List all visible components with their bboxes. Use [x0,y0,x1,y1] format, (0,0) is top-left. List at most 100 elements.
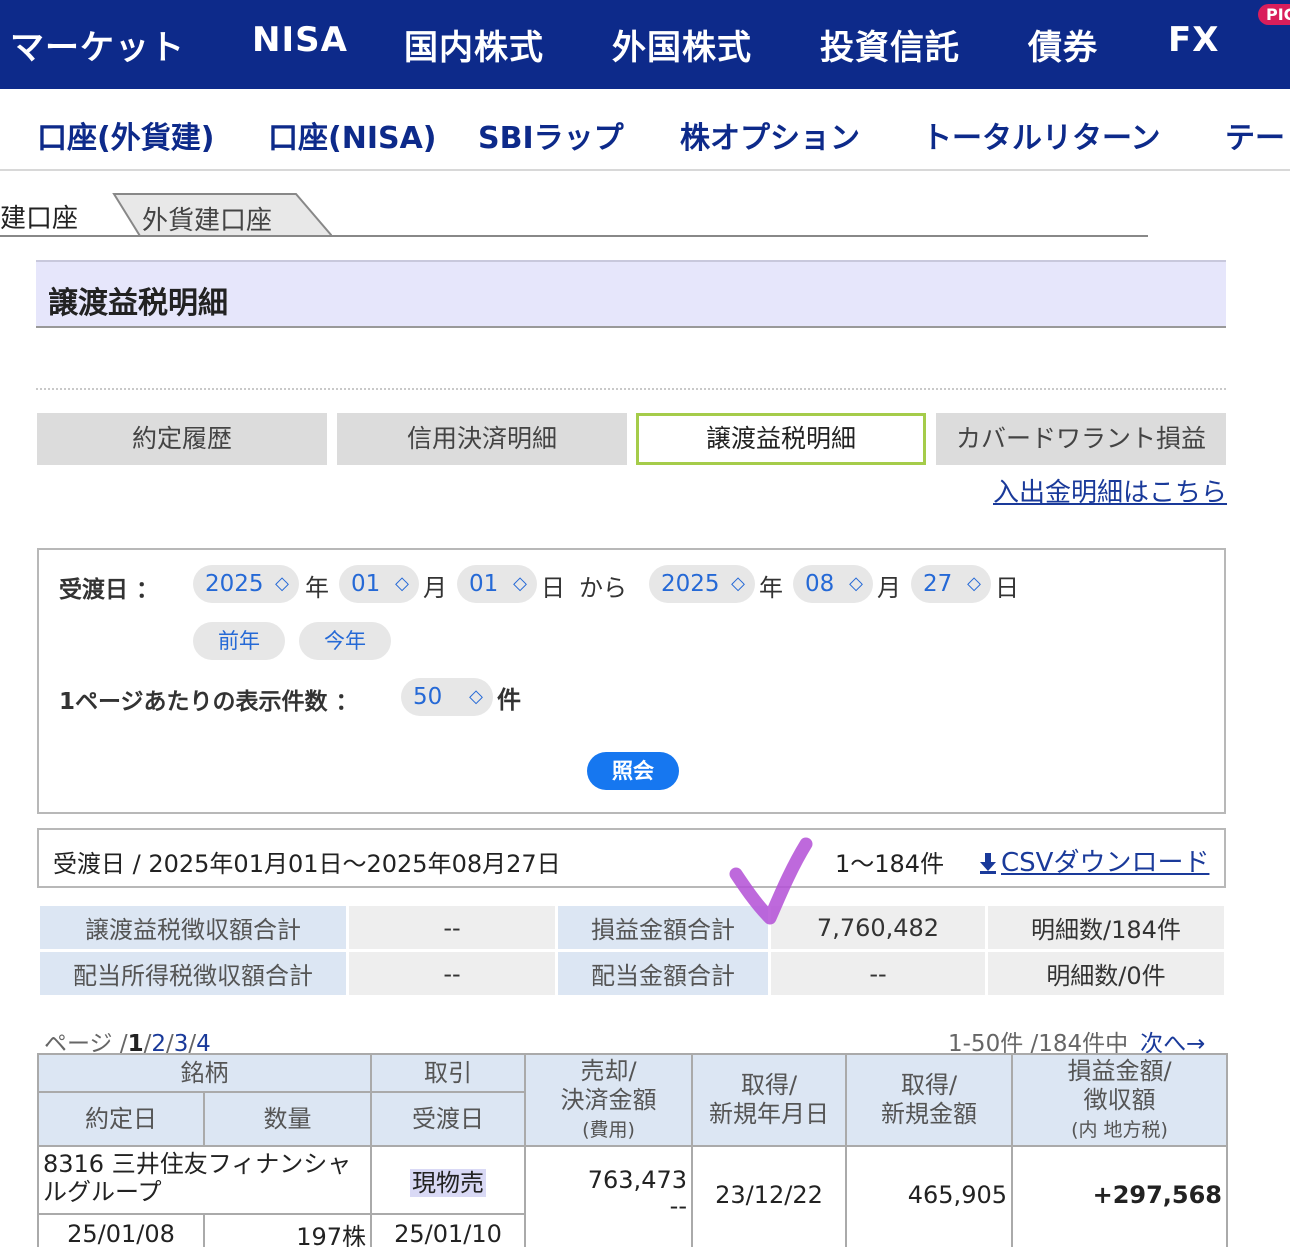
settle-date: 25/01/10 [370,1213,526,1247]
unit-year: 年 [759,574,783,602]
totals-row: 譲渡益税徴収額合計 -- 損益金額合計 7,760,482 明細数/184件 [40,906,1224,949]
detail-table: 銘柄 取引 売却/ 決済金額 (費用) 取得/ 新規年月日 取得/ 新規金額 損… [37,1053,1228,1247]
header-acq-amount-line1: 取得/ [900,1071,958,1100]
nav-fx[interactable]: FX [1168,20,1219,60]
search-form: 受渡日 ： 2025 ◇ 年 01 ◇ 月 01 ◇ 日 から 2025 ◇ 年… [37,548,1226,814]
page-title-band: 譲渡益税明細 [36,260,1226,328]
subnav-foreign-account[interactable]: 口座(外貨建) [37,113,214,157]
date-range-text: 受渡日 / 2025年01月01日～2025年08月27日 [53,850,561,878]
acq-amount: 465,905 [845,1145,1013,1247]
header-acq-amount-line2: 新規金額 [881,1100,977,1128]
subnav-nisa-account[interactable]: 口座(NISA) [268,113,437,157]
to-year-select[interactable]: 2025 ◇ [649,565,755,603]
header-profit-line3: (内 地方税) [1071,1119,1168,1142]
unit-year: 年 [305,574,329,602]
nav-domestic-stocks[interactable]: 国内株式 [404,20,544,69]
stock-name[interactable]: 8316 三井住友フィナンシャルグループ [37,1145,372,1215]
header-acq-date-line2: 新規年月日 [709,1100,829,1128]
totals-row: 配当所得税徴収額合計 -- 配当金額合計 -- 明細数/0件 [40,952,1224,995]
subnav-stock-options[interactable]: 株オプション [680,113,860,157]
sale-cost: -- [669,1192,687,1221]
per-page-select[interactable]: 50 ◇ [401,678,493,716]
prev-year-button[interactable]: 前年 [193,622,285,660]
tab-capital-gains-tax[interactable]: 譲渡益税明細 [636,413,926,465]
settlement-date-label: 受渡日 ： [59,577,160,603]
to-day-select[interactable]: 27 ◇ [911,565,991,603]
subnav-sbi-wrap[interactable]: SBIラップ [478,113,624,157]
table-row: 8316 三井住友フィナンシャルグループ 現物売 763,473 -- 23/1… [37,1145,1228,1247]
from-month-select[interactable]: 01 ◇ [339,565,419,603]
header-contract-date: 約定日 [37,1091,205,1147]
from-day-select[interactable]: 01 ◇ [457,565,537,603]
detail-count: 明細数/184件 [988,906,1224,949]
header-settle-date: 受渡日 [370,1091,526,1147]
result-summary-bar: 受渡日 / 2025年01月01日～2025年08月27日 1～184件 CSV… [37,828,1226,888]
quantity: 197株 [203,1213,372,1247]
header-trade: 取引 [370,1053,526,1093]
nav-foreign-stocks[interactable]: 外国株式 [612,20,752,69]
value-dividend-tax-total: -- [349,952,555,995]
from-word: から [579,574,627,602]
chevron-updown-icon: ◇ [469,686,483,707]
nav-market[interactable]: マーケット [10,20,185,69]
chevron-updown-icon: ◇ [849,573,863,594]
tab-foreign-account[interactable]: 外貨建口座 [100,192,332,236]
profit-amount: +297,568 [1011,1145,1228,1247]
search-button[interactable]: 照会 [587,752,679,790]
header-sale-line1: 売却/ [580,1056,637,1085]
per-page-unit: 件 [497,686,521,714]
nav-nisa[interactable]: NISA [252,20,348,60]
contract-date: 25/01/08 [37,1213,205,1247]
header-profit-line1: 損益金額/ [1067,1056,1172,1085]
acq-date: 23/12/22 [691,1145,847,1247]
unit-day: 日 [995,574,1019,602]
tab-foreign-account-label: 外貨建口座 [142,206,273,236]
tab-yen-account[interactable]: 建口座 [0,198,78,235]
to-month-select[interactable]: 08 ◇ [793,565,873,603]
this-year-button[interactable]: 今年 [299,622,391,660]
header-dividend-total: 配当金額合計 [558,952,768,995]
chevron-updown-icon: ◇ [275,573,289,594]
dotted-divider [36,388,1226,390]
header-sale-line2: 決済金額 [560,1085,657,1114]
tab-contract-history[interactable]: 約定履歴 [37,413,327,465]
subnav-theme[interactable]: テー [1225,113,1285,157]
nav-bonds[interactable]: 債券 [1028,20,1098,69]
unit-month: 月 [423,574,447,602]
header-acq-date-line1: 取得/ [740,1071,798,1100]
from-month-value: 01 [351,571,381,597]
nav-investment-trust[interactable]: 投資信託 [820,20,960,69]
header-sale-amount: 売却/ 決済金額 (費用) [524,1053,693,1147]
tab-covered-warrant[interactable]: カバードワラント損益 [936,413,1226,465]
header-sale-line3: (費用) [582,1119,635,1142]
totals-table: 譲渡益税徴収額合計 -- 損益金額合計 7,760,482 明細数/184件 配… [37,903,1227,998]
chevron-updown-icon: ◇ [967,573,981,594]
header-acq-date: 取得/ 新規年月日 [691,1053,847,1147]
header-dividend-tax-total: 配当所得税徴収額合計 [40,952,346,995]
subnav-total-return[interactable]: トータルリターン [922,113,1161,157]
chevron-updown-icon: ◇ [395,573,409,594]
cash-flow-link[interactable]: 入出金明細はこちら [993,472,1227,509]
page-title: 譲渡益税明細 [48,286,228,321]
tab-margin-settlement[interactable]: 信用決済明細 [337,413,627,465]
header-capital-gains-tax-total: 譲渡益税徴収額合計 [40,906,346,949]
sale-amount: 763,473 [587,1166,687,1194]
dividend-detail-count: 明細数/0件 [988,952,1224,995]
header-quantity: 数量 [203,1091,372,1147]
from-day-value: 01 [469,571,499,597]
from-year-value: 2025 [205,571,264,597]
per-page-value: 50 [413,684,443,710]
to-day-value: 27 [923,571,953,597]
value-capital-gains-tax-total: -- [349,906,555,949]
per-page-label: 1ページあたりの表示件数 ： [59,689,359,715]
header-acq-amount: 取得/ 新規金額 [845,1053,1013,1147]
trade-type: 現物売 [370,1145,526,1215]
from-year-select[interactable]: 2025 ◇ [193,565,299,603]
sub-nav: 口座(外貨建) 口座(NISA) SBIラップ 株オプション トータルリターン … [0,89,1290,171]
account-tabs: 建口座 外貨建口座 [0,192,1150,238]
chevron-updown-icon: ◇ [513,573,527,594]
csv-download-label: CSVダウンロード [1001,848,1210,878]
unit-month: 月 [877,574,901,602]
csv-download-link[interactable]: CSVダウンロード [979,842,1209,879]
pick-badge[interactable]: PIC [1258,4,1290,25]
